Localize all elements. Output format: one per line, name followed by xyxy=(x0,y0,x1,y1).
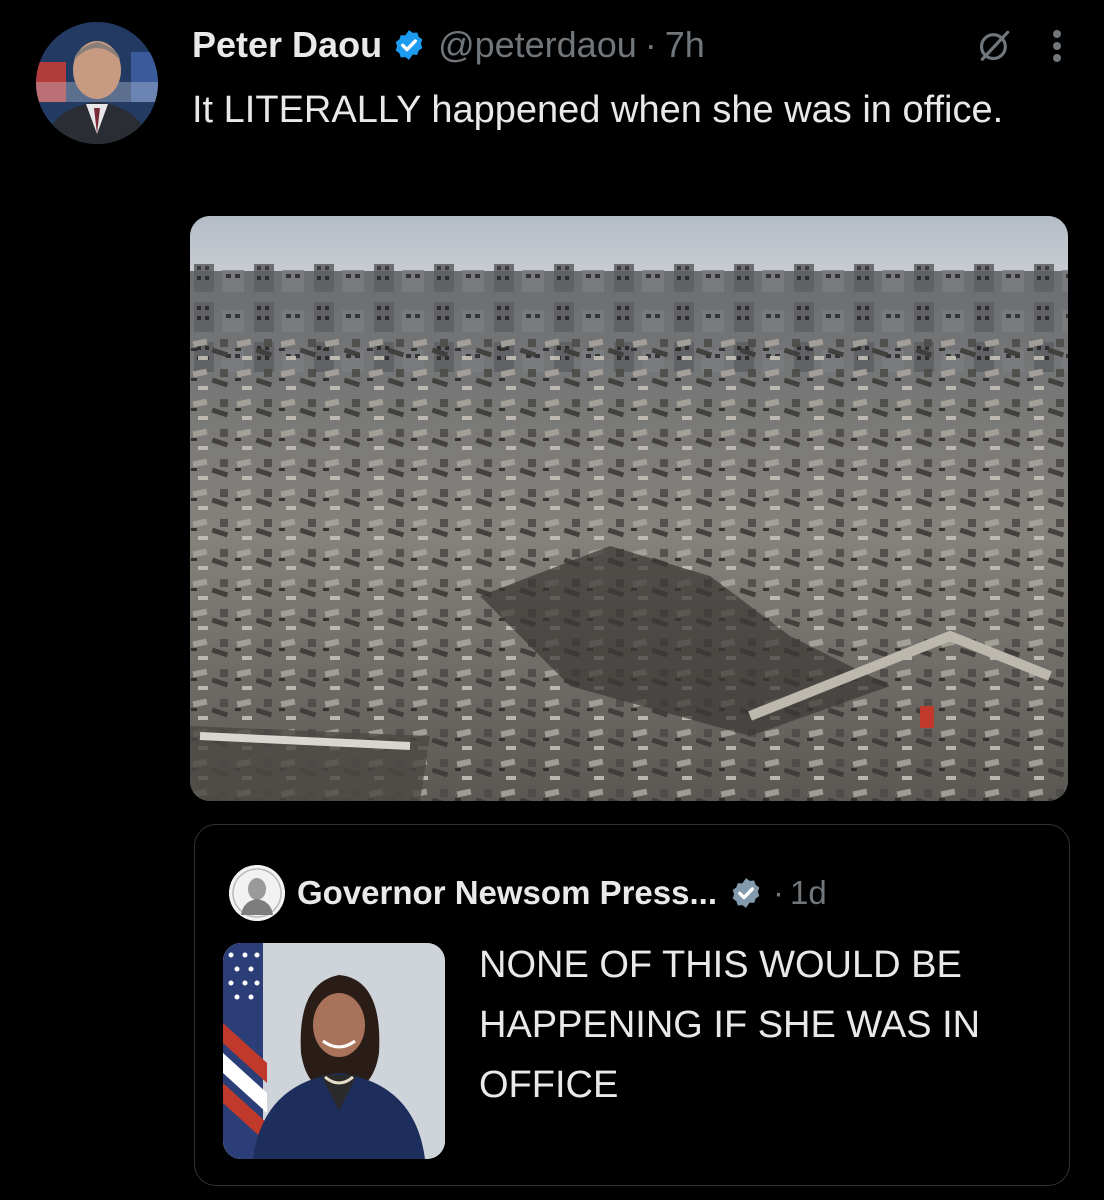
more-vertical-icon[interactable] xyxy=(1050,26,1064,66)
tweet-header: Peter Daou @peterdaou · 7h xyxy=(192,22,1072,68)
separator-dot: · xyxy=(644,24,657,65)
quoted-tweet-text: NONE OF THIS WOULD BE HAPPENING IF SHE W… xyxy=(479,944,981,1106)
quoted-author-name[interactable]: Governor Newsom Press... xyxy=(297,874,717,912)
verified-badge-icon xyxy=(395,30,423,60)
quoted-tweet-header: Governor Newsom Press... · 1d xyxy=(229,865,827,921)
grok-icon[interactable] xyxy=(976,26,1014,64)
quoted-tweet-photo[interactable] xyxy=(223,943,445,1159)
tweet-text: It LITERALLY happened when she was in of… xyxy=(192,89,1004,131)
quoted-author-avatar[interactable] xyxy=(229,865,285,921)
tweet-time[interactable]: 7h xyxy=(665,24,705,66)
quoted-tweet-time[interactable]: 1d xyxy=(790,874,827,912)
quoted-tweet[interactable]: Governor Newsom Press... · 1d NONE OF TH… xyxy=(194,824,1070,1186)
author-avatar[interactable] xyxy=(36,22,158,144)
tweet-photo[interactable] xyxy=(190,216,1068,801)
author-handle[interactable]: @peterdaou xyxy=(438,24,637,66)
verified-badge-icon xyxy=(732,878,760,908)
author-name[interactable]: Peter Daou xyxy=(192,24,382,66)
separator-dot: · xyxy=(773,874,784,911)
